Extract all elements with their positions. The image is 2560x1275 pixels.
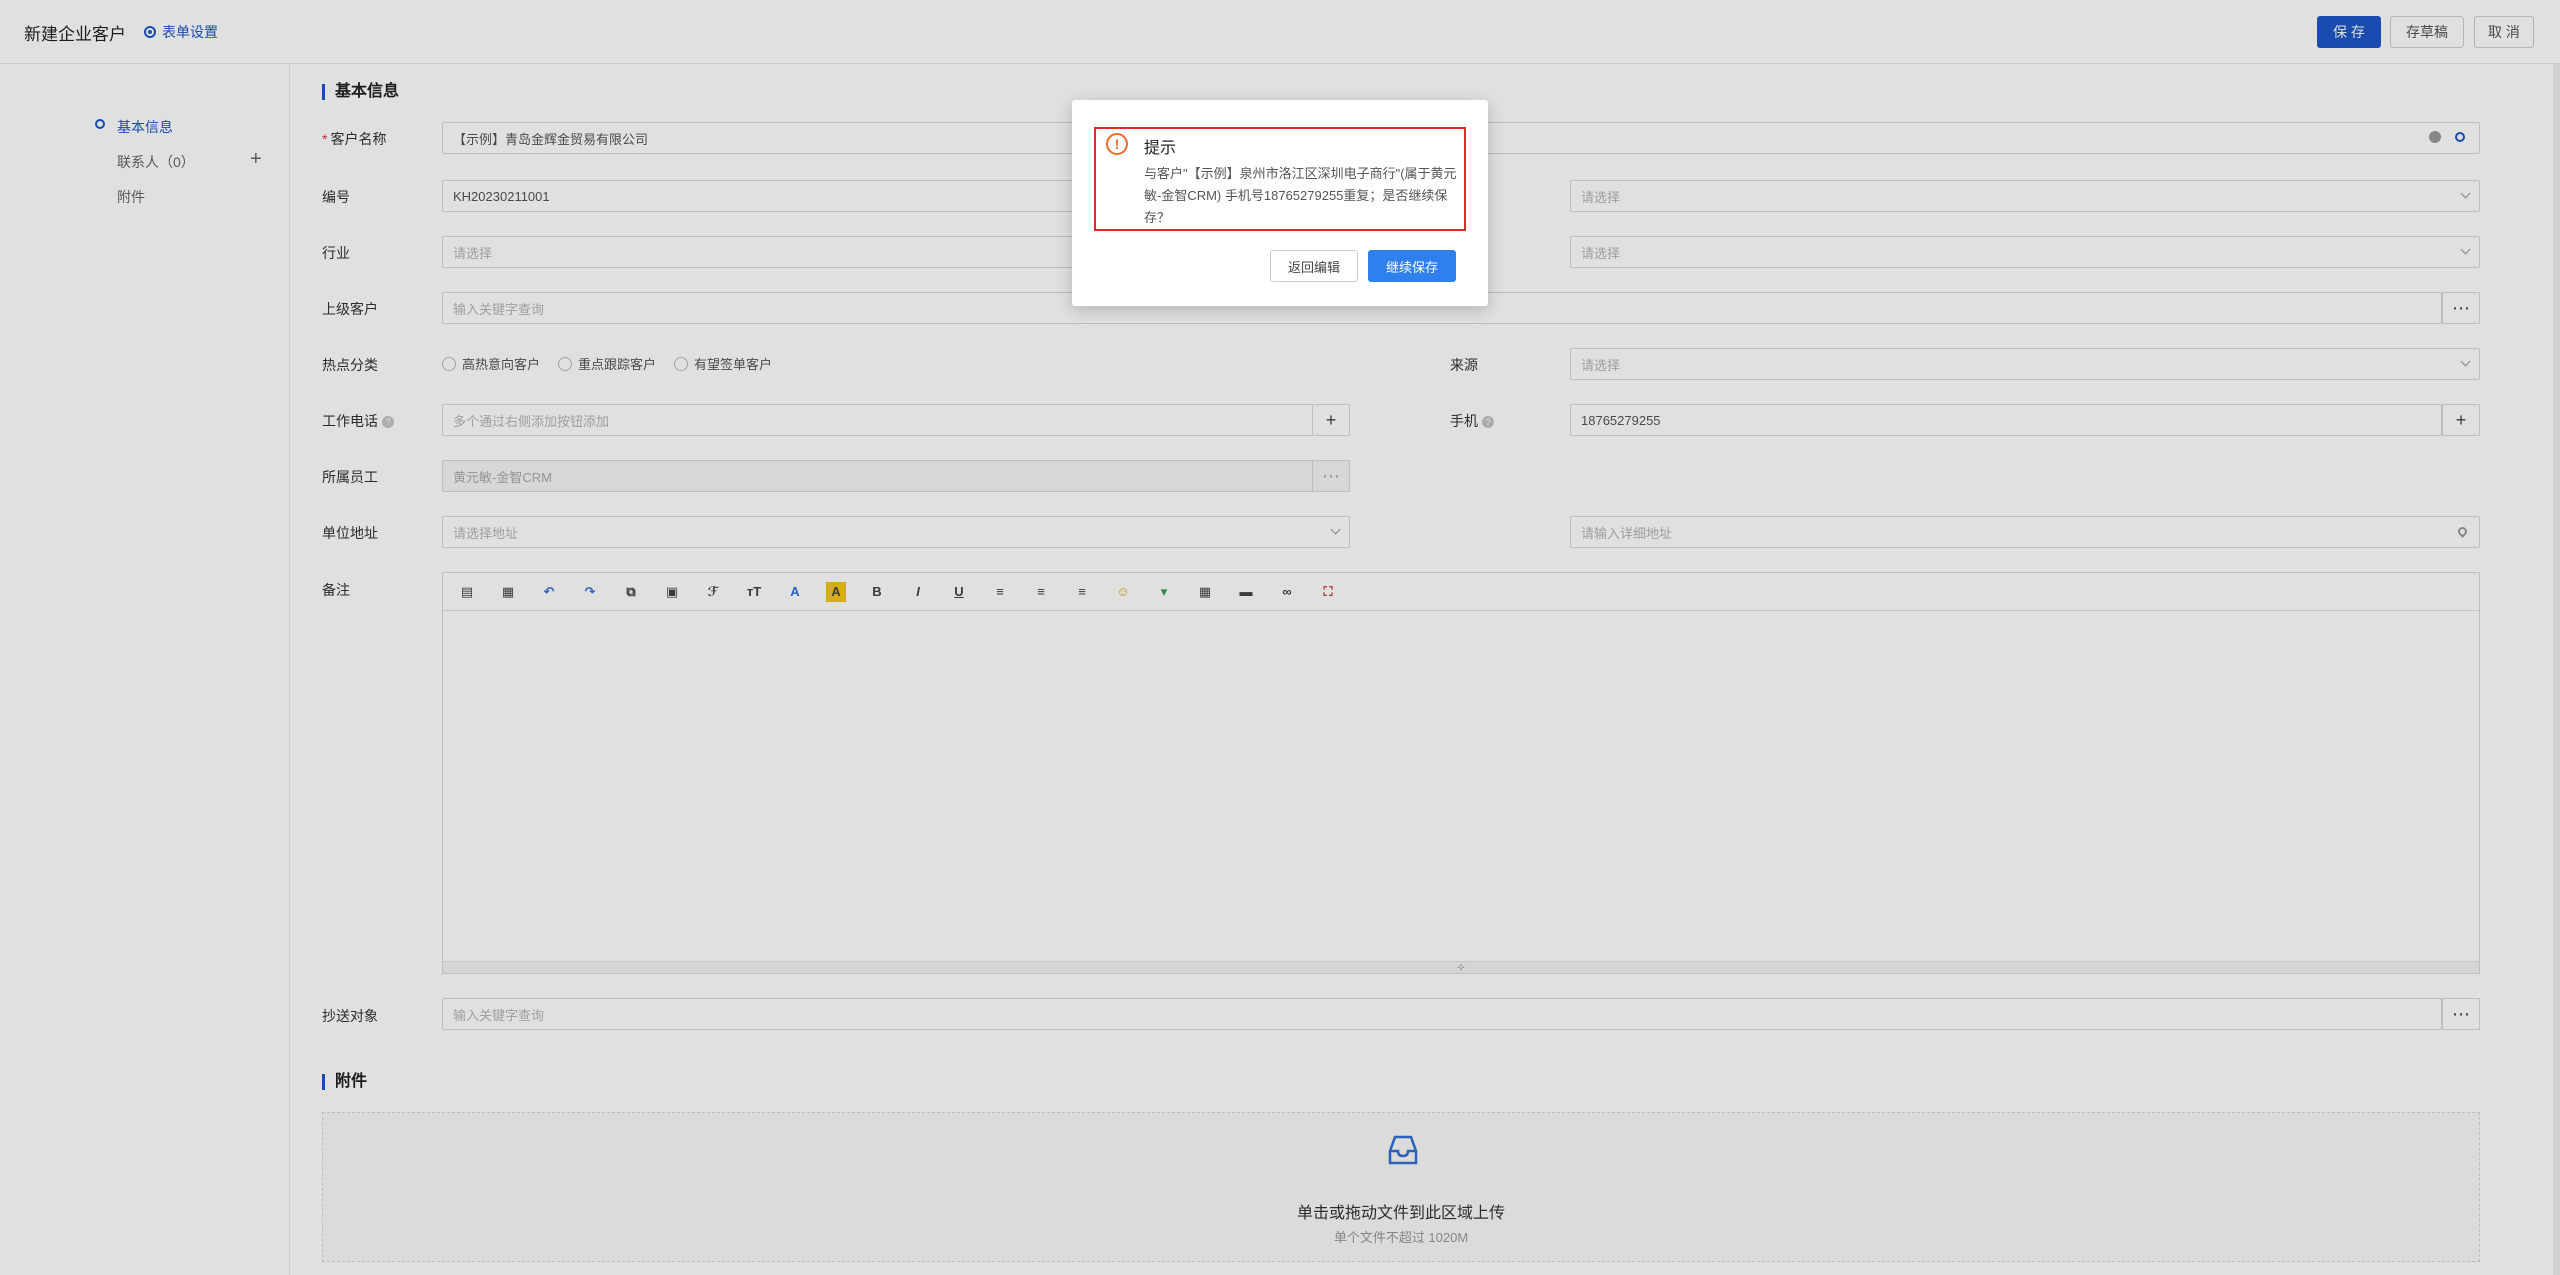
highlight-box: ! 提示 与客户"【示例】泉州市洛江区深圳电子商行"(属于黄元敏-金智CRM) …	[1094, 127, 1466, 231]
duplicate-warning-dialog: ! 提示 与客户"【示例】泉州市洛江区深圳电子商行"(属于黄元敏-金智CRM) …	[1072, 100, 1488, 306]
dialog-title: 提示	[1144, 140, 1177, 157]
dialog-message: 与客户"【示例】泉州市洛江区深圳电子商行"(属于黄元敏-金智CRM) 手机号18…	[1144, 166, 1457, 225]
warning-icon: !	[1106, 133, 1128, 155]
back-to-edit-button[interactable]: 返回编辑	[1270, 250, 1358, 282]
continue-save-button[interactable]: 继续保存	[1368, 250, 1456, 282]
